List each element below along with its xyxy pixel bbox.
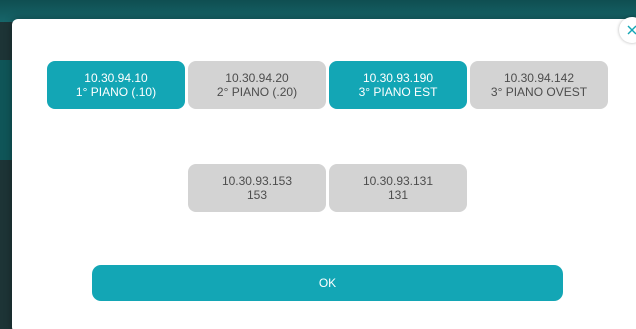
server-label: 2° PIANO (.20) xyxy=(216,85,298,99)
server-ip: 10.30.93.153 xyxy=(221,174,293,188)
server-ip: 10.30.93.131 xyxy=(362,174,434,188)
server-ip: 10.30.93.190 xyxy=(362,71,434,85)
server-ip: 10.30.94.142 xyxy=(503,71,575,85)
server-ip: 10.30.94.20 xyxy=(225,71,289,85)
server-label: 131 xyxy=(387,188,409,202)
server-option-button[interactable]: 10.30.94.142 3° PIANO OVEST xyxy=(470,61,608,109)
server-label: 3° PIANO EST xyxy=(358,85,438,99)
server-option-button[interactable]: 10.30.93.131 131 xyxy=(329,164,467,212)
server-option-button[interactable]: 10.30.94.10 1° PIANO (.10) xyxy=(47,61,185,109)
server-option-button[interactable]: 10.30.93.153 153 xyxy=(188,164,326,212)
server-label: 3° PIANO OVEST xyxy=(490,85,588,99)
close-icon xyxy=(627,25,636,35)
server-label: 1° PIANO (.10) xyxy=(75,85,157,99)
ok-button[interactable]: OK xyxy=(92,265,563,301)
server-option-button[interactable]: 10.30.94.20 2° PIANO (.20) xyxy=(188,61,326,109)
server-ip: 10.30.94.10 xyxy=(84,71,148,85)
server-option-button[interactable]: 10.30.93.190 3° PIANO EST xyxy=(329,61,467,109)
server-label: 153 xyxy=(246,188,268,202)
ok-button-label: OK xyxy=(318,276,337,290)
